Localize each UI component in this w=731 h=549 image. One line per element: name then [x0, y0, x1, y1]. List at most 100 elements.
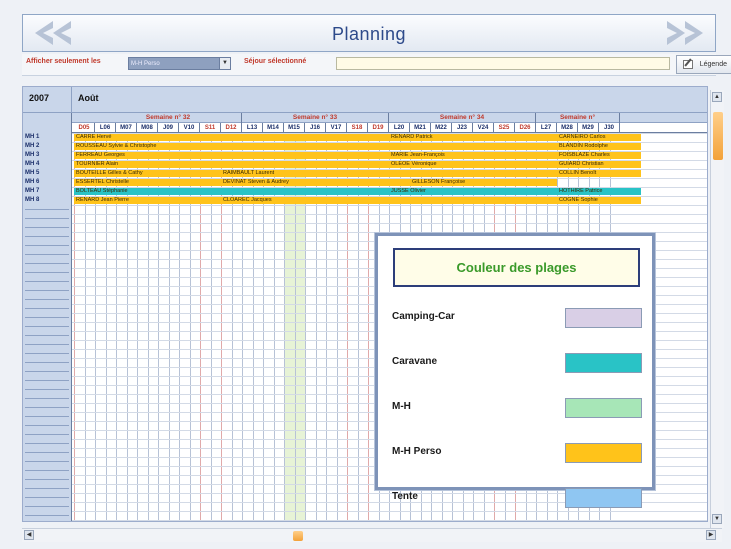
unit-label[interactable]: MH 1: [25, 134, 70, 141]
week-header-row: Semaine n° 32 Semaine n° 33 Semaine n° 34 S…: [72, 113, 707, 123]
day-header: S18: [347, 123, 368, 133]
unit-label[interactable]: MH 3: [25, 152, 70, 159]
unit-label[interactable]: MH 4: [25, 161, 70, 168]
double-chevron-right-icon[interactable]: [663, 19, 707, 47]
legend-color-swatch: [565, 443, 642, 463]
week-header: Semaine n° 34: [389, 113, 536, 123]
empty-unit-row: [25, 362, 69, 363]
day-header: M14: [263, 123, 284, 133]
booking-bar[interactable]: COGNE Sophie: [557, 197, 641, 204]
booking-bar[interactable]: DEVINAT Steven & Audrey: [221, 179, 410, 186]
empty-unit-row: [25, 209, 69, 210]
scroll-right-icon[interactable]: ▶: [706, 530, 716, 540]
day-header: D12: [221, 123, 242, 133]
week-header: Semaine n° 32: [95, 113, 242, 123]
empty-unit-row: [25, 272, 69, 273]
empty-unit-row: [25, 452, 69, 453]
booking-bar[interactable]: BOLTEAU Stéphanie: [74, 188, 389, 195]
vertical-scroll-thumb[interactable]: [713, 112, 723, 160]
empty-unit-row: [25, 389, 69, 390]
empty-unit-row: [25, 443, 69, 444]
booking-bar[interactable]: OLEOE Véronique: [389, 161, 557, 168]
day-header: J16: [305, 123, 326, 133]
day-header: L06: [95, 123, 116, 133]
empty-unit-row: [25, 326, 69, 327]
day-header: M29: [578, 123, 599, 133]
grid-row-line: [72, 214, 707, 215]
unit-label[interactable]: MH 6: [25, 179, 70, 186]
booking-bar[interactable]: JUSSE Olivier: [389, 188, 557, 195]
scroll-down-icon[interactable]: ▼: [712, 514, 722, 524]
booking-bar[interactable]: MARIE Jean-François: [389, 152, 557, 159]
booking-bar[interactable]: RENARD Jean Pierre: [74, 197, 221, 204]
empty-unit-row: [25, 227, 69, 228]
legend-button-label: Légende: [699, 61, 727, 68]
booking-bar[interactable]: BLANDIN Rodolphe: [557, 143, 641, 150]
booking-bar[interactable]: RAIMBAULT Laurent: [221, 170, 557, 177]
legend-item: M-H Perso: [392, 443, 644, 463]
month-label: Août: [78, 93, 99, 103]
booking-bar[interactable]: BOUTEILLE Gilles & Cathy: [74, 170, 221, 177]
selected-stay-field[interactable]: [336, 57, 670, 70]
empty-unit-row: [25, 290, 69, 291]
unit-label[interactable]: MH 7: [25, 188, 70, 195]
empty-unit-row: [25, 470, 69, 471]
day-header: J09: [158, 123, 179, 133]
empty-unit-row: [25, 515, 69, 516]
booking-bar[interactable]: GILLESON Françoise: [410, 179, 557, 186]
day-header: M08: [137, 123, 158, 133]
legend-item: Camping-Car: [392, 308, 644, 328]
empty-unit-row: [25, 407, 69, 408]
day-header: L20: [389, 123, 410, 133]
legend-color-swatch: [565, 398, 642, 418]
horizontal-scroll-thumb[interactable]: [293, 531, 303, 541]
vertical-scrollbar[interactable]: ▲ ▼: [710, 90, 724, 528]
unit-label[interactable]: MH 8: [25, 197, 70, 204]
unit-column: MH 1 MH 2 MH 3 MH 4 MH 5 MH 6 MH 7 MH 8: [23, 113, 72, 521]
year-label: 2007: [29, 93, 50, 103]
booking-bar[interactable]: RENARD Patrick: [389, 134, 557, 141]
show-only-value: M-H Perso: [131, 61, 160, 67]
week-header: Semaine n°: [536, 113, 620, 123]
day-header: L27: [536, 123, 557, 133]
booking-bar[interactable]: CARNEIRO Carlos: [557, 134, 641, 141]
booking-bar[interactable]: TOURNIER Alain: [74, 161, 389, 168]
booking-bar[interactable]: CARRE Hervé: [74, 134, 389, 141]
scroll-left-icon[interactable]: ◀: [24, 530, 34, 540]
day-header: V10: [179, 123, 200, 133]
booking-bar[interactable]: CLOAREC Jacques: [221, 197, 557, 204]
booking-bar[interactable]: GUIARD Christian: [557, 161, 641, 168]
legend-item-label: Tente: [392, 491, 418, 502]
empty-unit-row: [25, 461, 69, 462]
booking-bar[interactable]: ESSERTEL Christelle: [74, 179, 221, 186]
empty-unit-row: [25, 434, 69, 435]
legend-item-label: M-H Perso: [392, 446, 442, 457]
planning-window: Planning Afficher seulement les M-H Pers…: [0, 0, 731, 549]
unit-label[interactable]: MH 5: [25, 170, 70, 177]
scroll-up-icon[interactable]: ▲: [712, 92, 722, 102]
show-only-label: Afficher seulement les: [26, 58, 101, 65]
empty-unit-row: [25, 488, 69, 489]
unit-label[interactable]: MH 2: [25, 143, 70, 150]
booking-bar[interactable]: FOISBLAZE Charles: [557, 152, 641, 159]
horizontal-scrollbar[interactable]: ◀ ▶: [22, 528, 722, 542]
selected-stay-label: Séjour sélectionné: [244, 58, 307, 65]
show-only-select[interactable]: M-H Perso ▼: [128, 57, 231, 70]
empty-unit-row: [25, 308, 69, 309]
booking-bar[interactable]: FERREAU Georges: [74, 152, 389, 159]
legend-button[interactable]: Légende: [676, 55, 731, 74]
booking-bar[interactable]: HOTHIRE Patrice: [557, 188, 641, 195]
legend-item: Caravane: [392, 353, 644, 373]
day-header: J23: [452, 123, 473, 133]
empty-unit-row: [25, 317, 69, 318]
chevron-down-icon[interactable]: ▼: [219, 58, 230, 69]
booking-bar[interactable]: ROUSSEAU Sylvie & Christophe: [74, 143, 557, 150]
legend-item: Tente: [392, 488, 644, 508]
empty-unit-row: [25, 236, 69, 237]
legend-item-label: M-H: [392, 401, 411, 412]
booking-bar[interactable]: COLLIN Benoît: [557, 170, 641, 177]
day-header: D05: [74, 123, 95, 133]
empty-unit-row: [25, 299, 69, 300]
empty-unit-row: [25, 371, 69, 372]
page-title: Planning: [331, 24, 407, 44]
